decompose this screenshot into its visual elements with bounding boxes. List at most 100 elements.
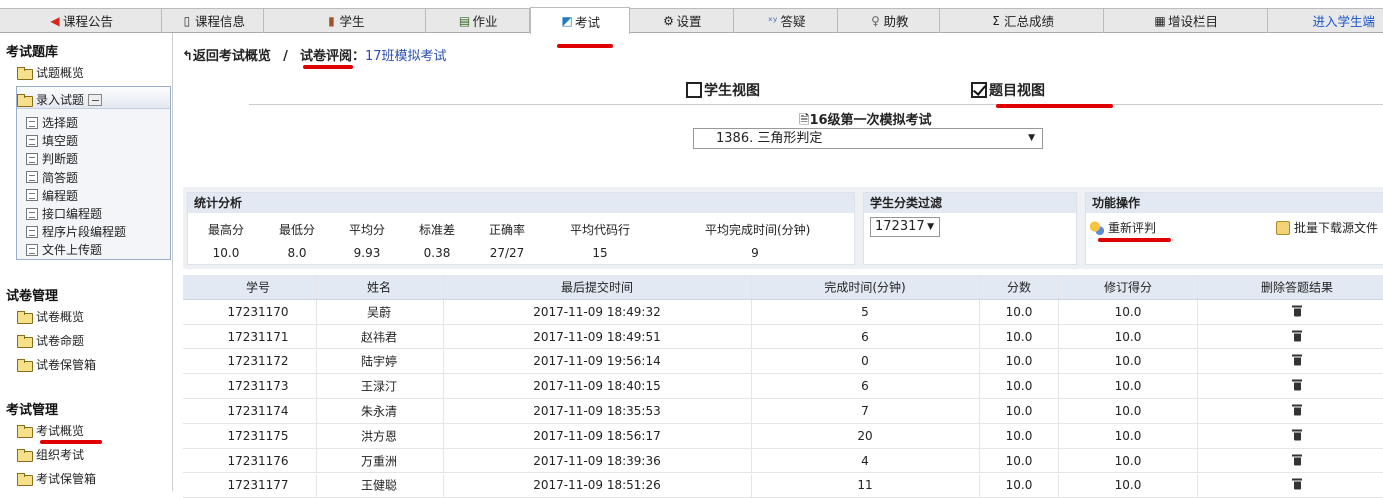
sidebar-subitem-1[interactable]: 填空题	[26, 132, 78, 149]
folder-icon	[17, 425, 33, 438]
sidebar-subitem-label: 程序片段编程题	[42, 225, 127, 240]
table-cell: 洪方恩	[360, 429, 397, 444]
sidebar-item-paper-archive[interactable]: 试卷保管箱	[17, 356, 96, 373]
delete-result-button[interactable]	[1289, 379, 1305, 394]
sidebar-subitem-label: 编程题	[42, 188, 79, 203]
tab-label: 课程公告	[62, 14, 113, 29]
tab-2[interactable]: ▮ 学生	[264, 8, 426, 33]
trash-icon	[1292, 379, 1302, 391]
collapse-icon[interactable]	[88, 93, 103, 106]
sidebar-item-question-overview[interactable]: 试题概览	[17, 64, 84, 81]
table-cell: 10.0	[1114, 428, 1142, 443]
tab-8[interactable]: Σ 汇总成绩	[940, 8, 1104, 33]
table-cell: 2017-11-09 18:49:51	[533, 329, 661, 344]
table-cell: 5	[861, 304, 869, 319]
table-cell: 2017-11-09 18:39:36	[533, 453, 661, 468]
sidebar-subitem-2[interactable]: 判断题	[26, 150, 78, 167]
annotation-underline	[303, 65, 353, 69]
sidebar-item-label: 试卷命题	[36, 334, 85, 348]
tab-1[interactable]: ▯ 课程信息	[162, 8, 264, 33]
page-icon	[26, 243, 38, 256]
delete-result-button[interactable]	[1289, 304, 1305, 319]
class-filter-select[interactable]: 172317 ▼	[870, 217, 940, 237]
column-header: 删除答题结果	[1260, 280, 1333, 295]
student-view-checkbox[interactable]: 学生视图	[686, 80, 760, 100]
sidebar-subitem-0[interactable]: 选择题	[26, 114, 78, 131]
sidebar-subitem-label: 选择题	[42, 116, 79, 130]
folder-icon	[17, 449, 33, 462]
checkbox-checked-icon	[971, 82, 987, 98]
tab-5[interactable]: ⚙ 设置	[630, 8, 734, 33]
folder-icon	[17, 335, 33, 348]
stat-value: 9	[751, 246, 759, 260]
trash-icon	[1292, 354, 1302, 366]
regrade-button[interactable]: 重新评判	[1090, 219, 1156, 236]
stat-header: 平均完成时间(分钟)	[705, 223, 811, 237]
breadcrumb-separator: /	[283, 49, 288, 64]
table-row: 17231177 王健聪 2017-11-09 18:51:26 11 10.0 10.0	[183, 473, 1383, 498]
trash-icon	[1292, 478, 1302, 490]
main-content: ↰返回考试概览 / 试卷评阅：17班模拟考试 学生视图 题目视图 🗎16级第一次…	[174, 33, 1383, 498]
trash-icon	[1292, 453, 1302, 466]
sidebar-item-exam-archive[interactable]: 考试保管箱	[17, 470, 96, 487]
tab-3[interactable]: ▤ 作业	[426, 8, 530, 33]
page-icon	[26, 225, 38, 238]
delete-result-button[interactable]	[1289, 453, 1305, 468]
sidebar-subitem-4[interactable]: 编程题	[26, 187, 78, 204]
student-portal-link[interactable]: 进入学生端	[1268, 8, 1383, 33]
back-link[interactable]: 返回考试概览	[193, 49, 271, 64]
breadcrumb-exam-name: 17班模拟考试	[364, 49, 447, 64]
question-view-checkbox[interactable]: 题目视图	[971, 80, 1045, 100]
tab-7[interactable]: ♀ 助教	[838, 8, 940, 33]
page-icon	[26, 189, 38, 202]
tab-0[interactable]: ◀ 课程公告	[0, 8, 162, 33]
table-cell: 赵祎君	[360, 330, 397, 345]
delete-result-button[interactable]	[1289, 403, 1305, 418]
stats-area: 统计分析 最高分 10.0 最低分 8.0 平均分 9.93 标准差 0.38 正确率 27/27…	[183, 187, 1383, 269]
delete-result-button[interactable]	[1289, 428, 1305, 443]
question-select[interactable]: 1386. 三角形判定 ▼	[693, 128, 1043, 149]
sidebar-subitem-label: 文件上传题	[42, 243, 103, 258]
table-cell: 4	[861, 453, 869, 468]
regrade-icon	[1090, 220, 1104, 235]
delete-result-button[interactable]	[1289, 329, 1305, 344]
sidebar-item-paper-overview[interactable]: 试卷概览	[17, 308, 84, 325]
sidebar-section-question-bank: 考试题库	[6, 45, 59, 60]
trash-icon	[1292, 403, 1302, 416]
sidebar-item-exam-overview[interactable]: 考试概览	[17, 422, 84, 439]
table-cell: 10.0	[1114, 379, 1142, 394]
batch-download-button[interactable]: 批量下载源文件	[1276, 219, 1378, 236]
page-icon	[26, 152, 38, 165]
sidebar-item-organize-exam[interactable]: 组织考试	[17, 446, 84, 463]
sidebar-item-enter-questions[interactable]: 录入试题	[17, 91, 103, 108]
tab-9[interactable]: ▦ 增设栏目	[1104, 8, 1268, 33]
filter-title: 学生分类过滤	[864, 193, 1076, 213]
breadcrumb-current: 试卷评阅	[299, 49, 352, 64]
table-cell: 20	[857, 428, 873, 443]
column-header: 修订得分	[1103, 280, 1152, 295]
sidebar-item-label: 试卷保管箱	[36, 358, 97, 372]
tab-6[interactable]: ˣʸ 答疑	[734, 8, 838, 33]
tab-4[interactable]: ◩ 考试	[530, 7, 630, 34]
question-select-value: 1386. 三角形判定	[716, 131, 823, 146]
tab-label: 考试	[574, 14, 600, 30]
delete-result-button[interactable]	[1289, 354, 1305, 369]
trash-icon	[1292, 329, 1302, 342]
sidebar-subitem-7[interactable]: 文件上传题	[26, 241, 102, 258]
table-row: 17231176 万重洲 2017-11-09 18:39:36 4 10.0 10.0	[183, 448, 1383, 474]
table-cell: 王渌汀	[360, 379, 397, 394]
page-icon	[26, 171, 38, 184]
stats-title: 统计分析	[188, 193, 854, 213]
sidebar-item-paper-compose[interactable]: 试卷命题	[17, 332, 84, 349]
table-cell: 2017-11-09 18:35:53	[533, 403, 661, 418]
table-cell: 6	[861, 329, 869, 344]
back-arrow-icon[interactable]: ↰	[182, 49, 193, 64]
stat-value: 27/27	[489, 246, 525, 260]
sidebar-subitem-3[interactable]: 简答题	[26, 169, 78, 186]
exam-icon: ◩	[561, 14, 573, 28]
regrade-label: 重新评判	[1108, 221, 1157, 235]
table-row: 17231171 赵祎君 2017-11-09 18:49:51 6 10.0 10.0	[183, 324, 1383, 350]
table-cell: 朱永清	[360, 404, 397, 419]
sidebar-subitem-5[interactable]: 接口编程题	[26, 205, 102, 222]
sidebar-subitem-6[interactable]: 程序片段编程题	[26, 223, 126, 240]
